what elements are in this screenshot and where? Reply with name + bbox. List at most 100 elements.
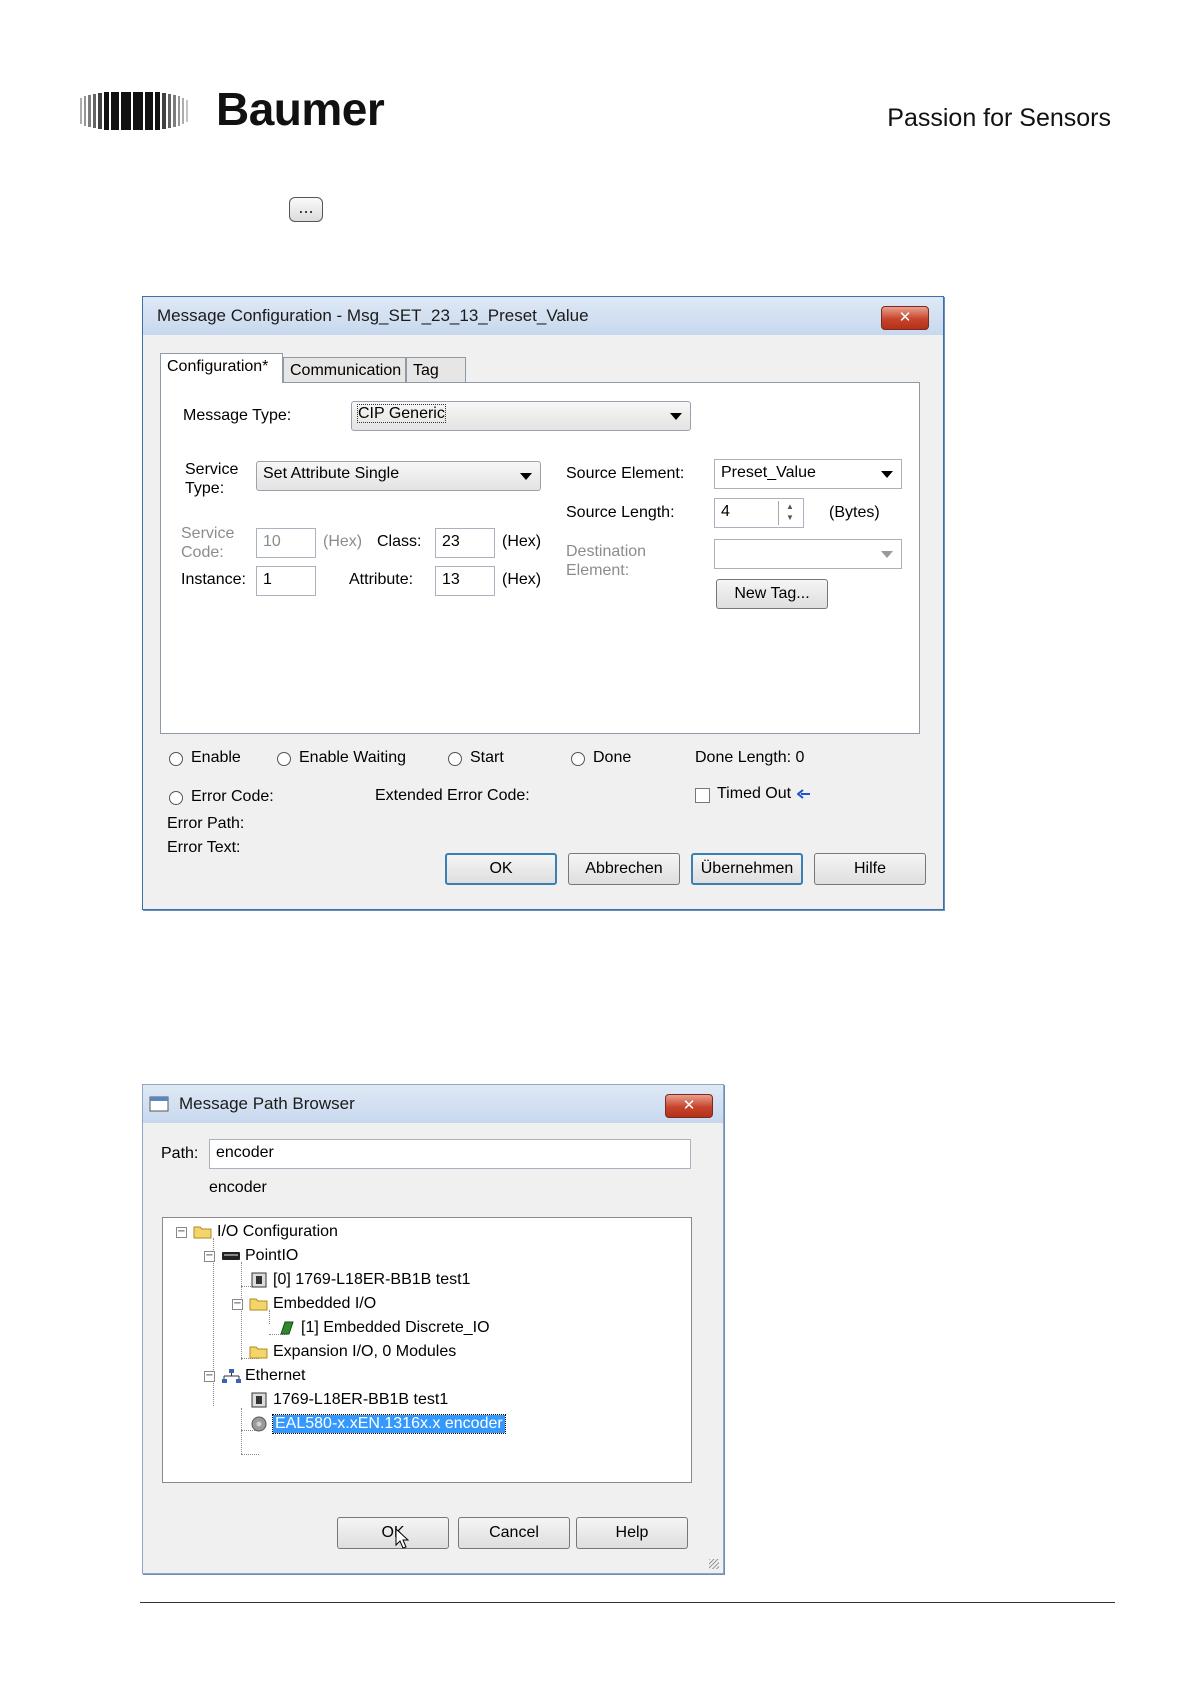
chevron-down-icon	[520, 473, 532, 480]
service-type-label-1: Service	[185, 461, 239, 478]
tree-node-controller-eth[interactable]: 1769-L18ER-BB1B test1	[273, 1391, 448, 1409]
help-button[interactable]: Help	[576, 1517, 688, 1549]
tree-connector	[241, 1262, 242, 1360]
done-length-label: Done Length: 0	[695, 749, 805, 766]
help-button[interactable]: Hilfe	[814, 853, 926, 885]
service-code-input[interactable]: 10	[256, 528, 316, 558]
resize-grip-icon[interactable]	[709, 1559, 719, 1569]
close-button[interactable]: ✕	[881, 306, 929, 330]
timed-out-checkbox	[695, 788, 710, 803]
cancel-button[interactable]: Abbrechen	[568, 853, 680, 885]
service-code-label-2: Code:	[181, 544, 224, 561]
path-label: Path:	[161, 1145, 199, 1162]
arrow-left-icon	[797, 789, 810, 799]
service-type-select[interactable]: Set Attribute Single	[256, 461, 541, 491]
message-type-label: Message Type:	[183, 407, 292, 424]
error-path-label: Error Path:	[167, 815, 245, 832]
enable-waiting-label: Enable Waiting	[299, 749, 407, 766]
bus-module-icon	[222, 1252, 240, 1260]
enable-waiting-radio	[277, 752, 291, 766]
folder-open-icon	[193, 1226, 212, 1239]
error-code-label: Error Code:	[191, 788, 274, 805]
destination-label-2: Element:	[566, 562, 630, 579]
controller-icon	[251, 1392, 267, 1408]
folder-open-icon	[249, 1298, 268, 1311]
instance-label: Instance:	[181, 571, 246, 588]
timed-out-label: Timed Out	[717, 785, 792, 802]
source-length-input[interactable]: 4 ▲ ▼	[714, 498, 804, 528]
message-type-value: CIP Generic	[357, 404, 446, 423]
service-code-label-1: Service	[181, 525, 235, 542]
start-label: Start	[470, 749, 504, 766]
source-element-value: Preset_Value	[721, 464, 816, 481]
tab-tag[interactable]: Tag	[406, 357, 466, 383]
service-type-value: Set Attribute Single	[263, 465, 400, 482]
tree-connector	[241, 1408, 242, 1454]
apply-button[interactable]: Übernehmen	[691, 853, 803, 885]
dialog-titlebar: Message Configuration - Msg_SET_23_13_Pr…	[143, 297, 943, 335]
controller-icon	[251, 1272, 267, 1288]
class-label: Class:	[377, 533, 422, 550]
class-input[interactable]: 23	[435, 528, 495, 558]
message-type-select[interactable]: CIP Generic	[351, 401, 691, 431]
class-hex-label: (Hex)	[502, 533, 542, 550]
path-tree: − I/O Configuration − PointIO [0] 1769-L…	[162, 1217, 692, 1483]
message-path-browser-dialog: Message Path Browser ✕ Path: encoder enc…	[142, 1084, 724, 1574]
network-icon	[222, 1369, 241, 1383]
source-length-label: Source Length:	[566, 504, 675, 521]
destination-select[interactable]	[714, 539, 902, 569]
collapse-icon[interactable]: −	[204, 1251, 215, 1262]
cancel-button[interactable]: Cancel	[458, 1517, 570, 1549]
tree-node-expansion-io[interactable]: Expansion I/O, 0 Modules	[273, 1343, 456, 1361]
enable-label: Enable	[191, 749, 241, 766]
path-display: encoder	[209, 1179, 267, 1196]
instance-input[interactable]: 1	[256, 566, 316, 596]
collapse-icon[interactable]: −	[232, 1299, 243, 1310]
tree-connector	[241, 1454, 259, 1455]
done-radio	[571, 752, 585, 766]
chevron-down-icon	[670, 413, 682, 420]
mouse-cursor-icon	[395, 1528, 409, 1549]
chevron-down-icon	[881, 551, 893, 558]
collapse-icon[interactable]: −	[204, 1371, 215, 1382]
start-radio	[448, 752, 462, 766]
chevron-down-icon	[881, 471, 893, 478]
extended-error-code-label: Extended Error Code:	[375, 787, 530, 804]
ellipsis-button[interactable]: ...	[289, 197, 323, 222]
configuration-panel: Message Type: CIP Generic Service Type: …	[160, 382, 920, 734]
attribute-label: Attribute:	[349, 571, 414, 588]
io-module-icon	[280, 1321, 294, 1335]
source-element-select[interactable]: Preset_Value	[714, 459, 902, 489]
attribute-hex-label: (Hex)	[502, 571, 542, 588]
tab-configuration[interactable]: Configuration*	[160, 353, 283, 383]
tree-node-controller-0[interactable]: [0] 1769-L18ER-BB1B test1	[273, 1271, 470, 1289]
dialog-title: Message Path Browser	[179, 1094, 355, 1113]
tree-connector	[269, 1310, 270, 1324]
tree-node-encoder[interactable]: EAL580-x.xEN.1316x.x encoder	[272, 1414, 506, 1434]
tab-communication[interactable]: Communication	[283, 357, 406, 383]
path-input[interactable]: encoder	[209, 1139, 691, 1169]
tree-node-pointio[interactable]: PointIO	[245, 1247, 298, 1265]
tree-node-embedded-io[interactable]: Embedded I/O	[273, 1295, 376, 1313]
dialog-titlebar: Message Path Browser ✕	[143, 1085, 723, 1123]
baumer-logo-mark	[80, 92, 188, 130]
enable-radio	[169, 752, 183, 766]
spinner-icon[interactable]: ▲ ▼	[778, 501, 801, 525]
brand-name: Baumer	[216, 83, 385, 135]
message-configuration-dialog: Message Configuration - Msg_SET_23_13_Pr…	[142, 296, 944, 910]
service-code-hex-label: (Hex)	[323, 533, 363, 550]
folder-icon	[249, 1346, 268, 1359]
tree-node-io-configuration[interactable]: I/O Configuration	[217, 1223, 338, 1241]
ok-button[interactable]: OK	[445, 853, 557, 885]
done-label: Done	[593, 749, 632, 766]
brand-tagline: Passion for Sensors	[887, 104, 1111, 132]
ok-button[interactable]: OK	[337, 1517, 449, 1549]
tree-node-embedded-discrete[interactable]: [1] Embedded Discrete_IO	[301, 1319, 490, 1337]
tree-node-ethernet[interactable]: Ethernet	[245, 1367, 305, 1385]
close-button[interactable]: ✕	[665, 1094, 713, 1118]
dialog-title: Message Configuration - Msg_SET_23_13_Pr…	[157, 306, 589, 325]
attribute-input[interactable]: 13	[435, 566, 495, 596]
error-code-radio	[169, 791, 183, 805]
new-tag-button[interactable]: New Tag...	[716, 579, 828, 609]
collapse-icon[interactable]: −	[176, 1227, 187, 1238]
